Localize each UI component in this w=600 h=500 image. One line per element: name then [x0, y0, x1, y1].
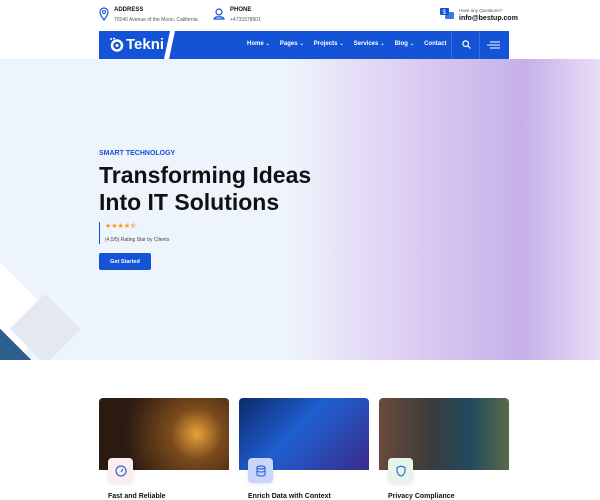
hero-title-line1: Transforming Ideas [99, 162, 312, 188]
nav-projects[interactable]: Projects ⌄ [314, 41, 344, 47]
nav-home-label: Home [247, 41, 264, 47]
feature-title: Privacy Compliance [388, 493, 455, 500]
feature-card[interactable]: Fast and Reliable [99, 398, 229, 500]
feature-title: Enrich Data with Context [248, 493, 331, 500]
hero-title: Transforming Ideas Into IT Solutions [99, 162, 311, 216]
rating-text: (4,5/5) Rating Star by Clients [105, 237, 170, 243]
phone-label: PHONE [230, 7, 252, 13]
nav-blog[interactable]: Blog ⌄ [395, 41, 415, 47]
logo-text: Tekni [126, 36, 165, 53]
nav-pages[interactable]: Pages ⌄ [280, 41, 304, 47]
chat-dollar-icon: $ [440, 8, 454, 19]
logo-divider [164, 31, 175, 59]
feature-card[interactable]: Privacy Compliance [379, 398, 509, 500]
rating-block: ★★★★⯪ (4,5/5) Rating Star by Clients [99, 222, 169, 244]
support-agent-icon [213, 8, 225, 20]
nav-projects-label: Projects [313, 41, 338, 47]
address-label: ADDRESS [114, 7, 144, 13]
question-label: Have any Questions? [459, 8, 503, 13]
nav-services-label: Services [353, 41, 379, 47]
nav-pages-label: Pages [279, 41, 298, 47]
nav-separator [451, 31, 452, 59]
hero-image [290, 59, 600, 360]
chevron-down-icon: ⌄ [265, 41, 270, 47]
get-started-button[interactable]: Get Started [99, 253, 151, 270]
chevron-down-icon: ⌄ [299, 41, 304, 47]
nav-contact[interactable]: Contact [424, 41, 446, 47]
hero-eyebrow: SMART TECHNOLOGY [99, 150, 176, 157]
address-value: 70240 Avenue of the Moon, California [114, 17, 198, 23]
database-icon [248, 458, 273, 483]
chevron-down-icon: ⌄ [380, 41, 385, 47]
main-navbar: Tekni Home ⌄ Pages ⌄ Projects ⌄ Services ⌄ B… [99, 31, 509, 59]
feature-title: Fast and Reliable [108, 493, 166, 500]
phone-value[interactable]: +4733378901 [230, 17, 261, 23]
nav-blog-label: Blog [394, 41, 408, 47]
star-rating-icon: ★★★★⯪ [105, 223, 137, 230]
nav-menu: Home ⌄ Pages ⌄ Projects ⌄ Services ⌄ Blog ⌄ C… [247, 41, 446, 47]
contact-info: $ Have any Questions? info@bestup.com [440, 7, 518, 22]
nav-home[interactable]: Home ⌄ [247, 41, 270, 47]
location-pin-icon [99, 7, 109, 21]
email-link[interactable]: info@bestup.com [459, 15, 518, 22]
phone-info: PHONE +4733378901 [213, 7, 261, 23]
chevron-down-icon: ⌄ [339, 41, 344, 47]
nav-services[interactable]: Services ⌄ [354, 41, 385, 47]
feature-card[interactable]: Enrich Data with Context [239, 398, 369, 500]
top-info-bar: ADDRESS 70240 Avenue of the Moon, Califor… [0, 0, 600, 31]
address-info: ADDRESS 70240 Avenue of the Moon, Califor… [99, 7, 198, 23]
nav-separator [479, 31, 480, 59]
nav-contact-label: Contact [424, 41, 447, 47]
search-icon[interactable] [462, 40, 471, 49]
hero-title-line2: Into IT Solutions [99, 189, 280, 215]
logo[interactable]: Tekni [109, 36, 164, 53]
shield-icon [388, 458, 413, 483]
hamburger-menu-icon[interactable] [487, 41, 500, 49]
speedometer-icon [108, 458, 133, 483]
chevron-down-icon: ⌄ [409, 41, 415, 47]
logo-icon [110, 37, 124, 52]
